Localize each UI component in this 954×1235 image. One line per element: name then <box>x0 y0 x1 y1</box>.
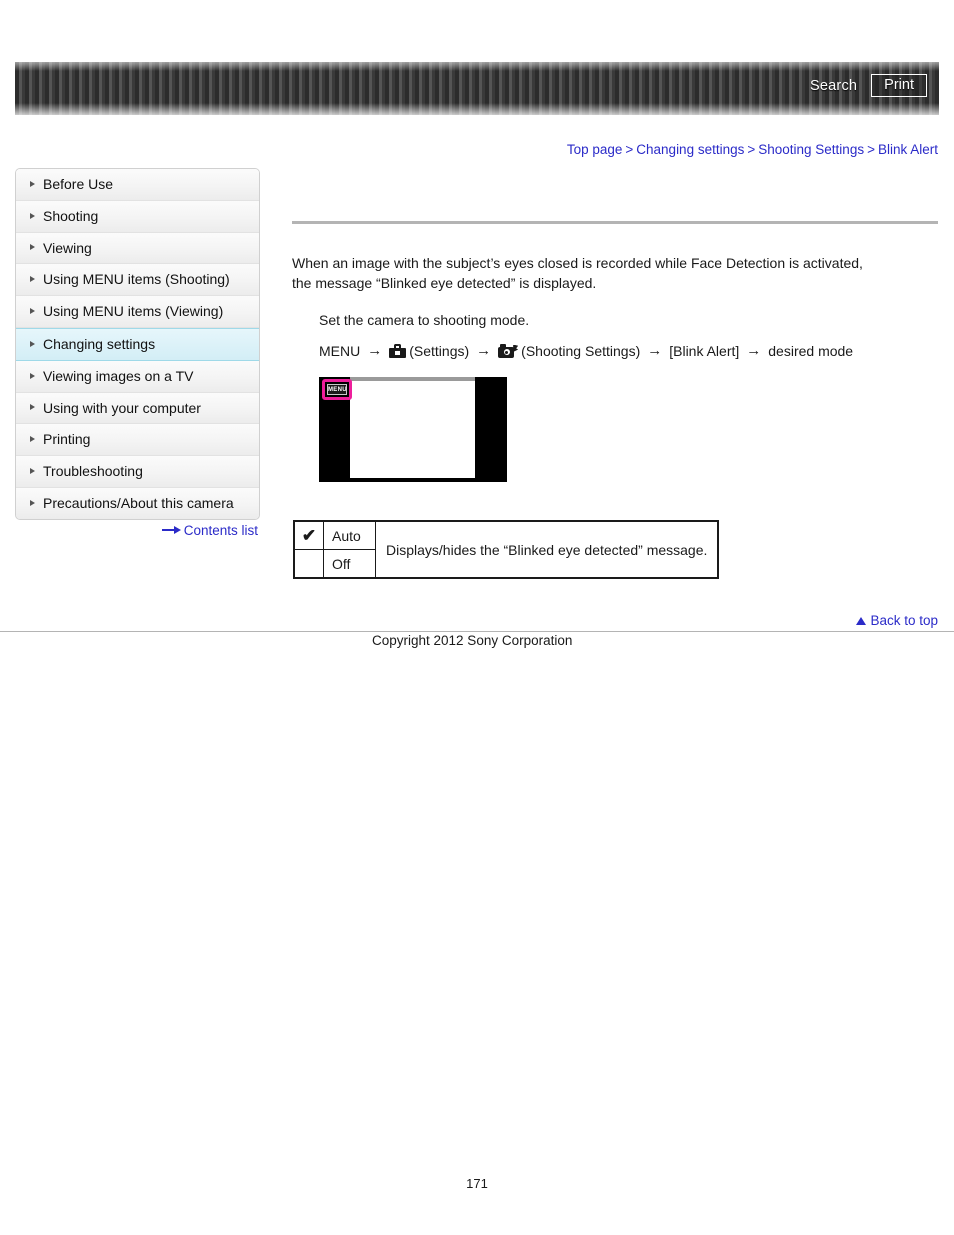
option-description: Displays/hides the “Blinked eye detected… <box>375 520 719 579</box>
breadcrumb-item-shooting-settings[interactable]: Shooting Settings <box>758 142 864 157</box>
menu-path-settings-label: (Settings) <box>409 342 470 359</box>
contents-list-link[interactable]: Contents list <box>15 523 258 539</box>
print-button[interactable]: Print <box>871 74 927 97</box>
arrow-right-icon <box>161 523 181 538</box>
chevron-right-icon <box>30 436 35 443</box>
sidebar-item-label: Using MENU items (Viewing) <box>43 303 224 320</box>
intro-paragraph: When an image with the subject’s eyes cl… <box>292 255 863 291</box>
sidebar-item-label: Troubleshooting <box>43 463 143 480</box>
sidebar-item-shooting[interactable]: Shooting <box>16 200 259 233</box>
chevron-right-icon <box>30 404 35 411</box>
sidebar-item-label: Before Use <box>43 176 114 192</box>
chevron-right-icon <box>30 276 35 283</box>
breadcrumb-item-top-page[interactable]: Top page <box>567 142 623 157</box>
menu-path-menu-label: MENU <box>319 342 361 359</box>
breadcrumb-item-changing-settings[interactable]: Changing settings <box>636 142 744 157</box>
chevron-right-icon <box>30 180 35 187</box>
sidebar-item-precautions-about-this-camera[interactable]: Precautions/About this camera <box>16 487 259 519</box>
sidebar-nav: Before Use Shooting Viewing Using MENU i… <box>15 168 260 520</box>
sidebar-item-troubleshooting[interactable]: Troubleshooting <box>16 456 259 488</box>
sidebar-item-using-menu-items-shooting[interactable]: Using MENU items (Shooting) <box>16 264 259 297</box>
copyright-text: Copyright 2012 Sony Corporation <box>372 633 573 648</box>
header-actions: Search Print <box>810 74 927 97</box>
header-banner: Search Print <box>15 62 939 115</box>
toolbox-settings-icon <box>389 343 407 358</box>
footer-divider <box>0 631 954 632</box>
main-content: When an image with the subject’s eyes cl… <box>292 168 938 579</box>
breadcrumb-separator: > <box>867 142 875 157</box>
table-row: ✔ Auto Displays/hides the “Blinked eye d… <box>293 520 719 579</box>
sidebar-item-before-use[interactable]: Before Use <box>16 169 259 201</box>
chevron-right-icon <box>30 340 35 347</box>
back-to-top-label: Back to top <box>870 613 938 628</box>
contents-list-label: Contents list <box>183 523 258 538</box>
arrow-right-glyph: → <box>367 342 383 359</box>
options-table: ✔ Auto Displays/hides the “Blinked eye d… <box>293 520 720 579</box>
breadcrumb-separator: > <box>747 142 756 157</box>
menu-path-item-label: [Blink Alert] <box>669 342 740 359</box>
sidebar-item-changing-settings[interactable]: Changing settings <box>16 327 259 361</box>
chevron-right-icon <box>30 468 35 475</box>
page-number: 171 <box>466 1176 488 1191</box>
sidebar-item-label: Shooting <box>43 207 99 224</box>
checkmark-icon: ✔ <box>293 520 324 550</box>
breadcrumb-separator: > <box>625 142 634 157</box>
camera-screen-display-area <box>350 381 475 478</box>
triangle-up-icon <box>856 617 867 625</box>
camera-shooting-settings-icon <box>498 343 519 358</box>
sidebar-item-label: Using with your computer <box>43 399 201 416</box>
checkmark-placeholder <box>293 549 324 579</box>
search-link[interactable]: Search <box>810 78 857 94</box>
sidebar-item-label: Viewing <box>43 239 92 256</box>
chevron-right-icon <box>30 372 35 379</box>
sidebar-item-using-menu-items-viewing[interactable]: Using MENU items (Viewing) <box>16 296 259 328</box>
chevron-right-icon <box>30 499 35 506</box>
sidebar-item-printing[interactable]: Printing <box>16 424 259 457</box>
sidebar-item-label: Using MENU items (Shooting) <box>43 271 230 288</box>
sidebar-item-label: Changing settings <box>43 335 156 352</box>
menu-button-highlight[interactable]: MENU <box>322 379 352 400</box>
menu-path-shooting-settings-label: (Shooting Settings) <box>521 342 641 359</box>
step-instruction: Set the camera to shooting mode. <box>319 312 530 328</box>
arrow-right-glyph: → <box>647 342 663 359</box>
breadcrumb: Top page > Changing settings > Shooting Sett… <box>567 142 938 157</box>
sidebar-item-using-with-your-computer[interactable]: Using with your computer <box>16 392 259 425</box>
sidebar-item-label: Printing <box>43 431 91 448</box>
menu-path-result-label: desired mode <box>768 342 854 359</box>
breadcrumb-item-blink-alert[interactable]: Blink Alert <box>878 142 938 157</box>
sidebar-item-label: Viewing images on a TV <box>43 367 194 384</box>
chevron-right-icon <box>30 308 35 315</box>
sidebar-item-viewing[interactable]: Viewing <box>16 232 259 265</box>
option-name-off[interactable]: Off <box>323 549 376 579</box>
sidebar-item-viewing-images-on-a-tv[interactable]: Viewing images on a TV <box>16 360 259 393</box>
arrow-right-glyph: → <box>746 342 762 359</box>
content-divider <box>292 221 938 224</box>
back-to-top-link[interactable]: Back to top <box>856 613 938 628</box>
sidebar-item-label: Precautions/About this camera <box>43 494 234 511</box>
chevron-right-icon <box>30 212 35 219</box>
option-name-auto[interactable]: Auto <box>323 520 376 550</box>
arrow-right-glyph: → <box>476 342 492 359</box>
chevron-right-icon <box>30 244 35 251</box>
menu-button-label: MENU <box>327 384 347 395</box>
menu-path: MENU → (Settings) → (Shooting Settings) … <box>319 342 938 359</box>
camera-screen-illustration: MENU <box>319 377 507 482</box>
